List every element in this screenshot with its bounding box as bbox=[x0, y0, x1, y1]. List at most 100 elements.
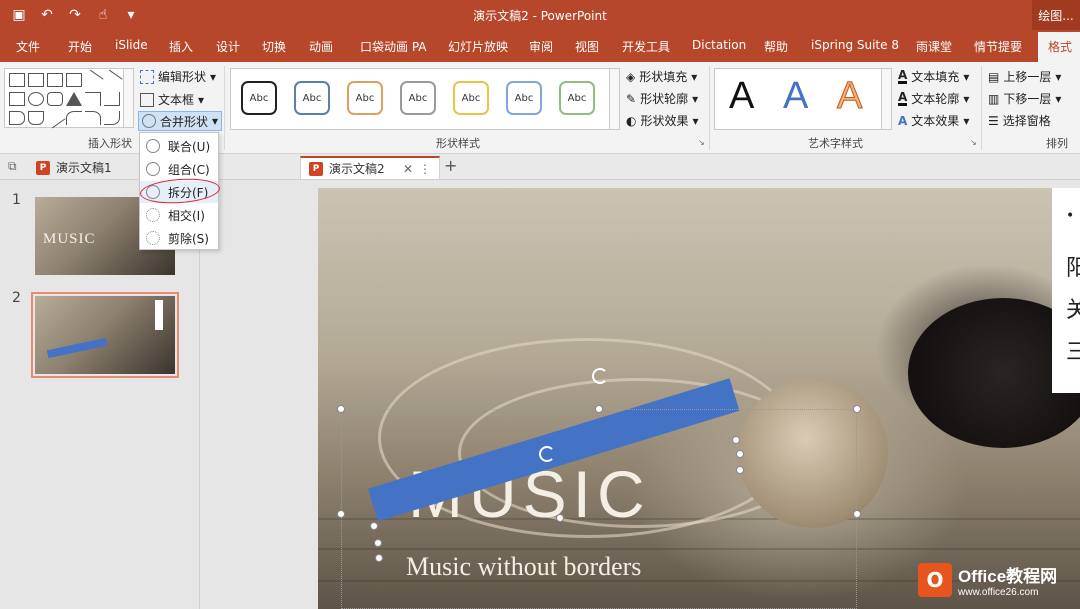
merge-shapes-button[interactable]: 合并形状 ▾ bbox=[138, 111, 223, 131]
scribble-shape-icon[interactable] bbox=[104, 111, 120, 125]
doc-tab-1[interactable]: P 演示文稿1 bbox=[28, 156, 120, 179]
resize-handle[interactable] bbox=[736, 450, 744, 458]
rotate-handle-icon[interactable] bbox=[539, 446, 555, 462]
shape-style-preset-1[interactable]: Abc bbox=[241, 81, 277, 115]
shape-style-preset-3[interactable]: Abc bbox=[347, 81, 383, 115]
new-tab-button[interactable]: + bbox=[444, 156, 457, 175]
dialog-launcher-icon[interactable]: ↘ bbox=[698, 138, 705, 147]
elbow-arrow-shape-icon[interactable] bbox=[104, 92, 120, 106]
text-outline-button[interactable]: A 文本轮廓 ▾ bbox=[898, 90, 969, 107]
watermark-url: www.office26.com bbox=[958, 587, 1039, 598]
line-shape-icon[interactable] bbox=[82, 69, 104, 91]
resize-handle[interactable] bbox=[595, 405, 603, 413]
resize-handle[interactable] bbox=[374, 539, 382, 547]
tab-ispring[interactable]: iSpring Suite 8 bbox=[811, 38, 899, 52]
oval-shape-icon[interactable] bbox=[28, 92, 44, 106]
selection-pane-label: 选择窗格 bbox=[1002, 114, 1051, 128]
shape-style-preset-6[interactable]: Abc bbox=[506, 81, 542, 115]
resize-handle[interactable] bbox=[732, 436, 740, 444]
menu-item-subtract[interactable]: 剪除(S) bbox=[140, 227, 218, 249]
tab-storyboard[interactable]: 情节提要 bbox=[974, 38, 1022, 55]
slide-thumbnail-2[interactable] bbox=[31, 292, 179, 378]
tab-rain-classroom[interactable]: 雨课堂 bbox=[916, 38, 952, 55]
menu-item-combine[interactable]: 组合(C) bbox=[140, 158, 218, 180]
shape-style-preset-2[interactable]: Abc bbox=[294, 81, 330, 115]
shape-style-preset-4[interactable]: Abc bbox=[400, 81, 436, 115]
curve-shape-icon[interactable] bbox=[66, 111, 82, 125]
resize-handle[interactable] bbox=[736, 466, 744, 474]
tab-islide[interactable]: iSlide bbox=[115, 38, 148, 52]
wordart-style-black[interactable]: A bbox=[729, 75, 754, 118]
tab-file[interactable]: 文件 bbox=[16, 38, 40, 55]
shape-style-preset-5[interactable]: Abc bbox=[453, 81, 489, 115]
menu-item-intersect[interactable]: 相交(I) bbox=[140, 204, 218, 226]
tab-view[interactable]: 视图 bbox=[575, 38, 599, 55]
chevron-down-icon: ▾ bbox=[692, 113, 699, 128]
freeform-shape-icon[interactable] bbox=[44, 107, 66, 129]
shape-fill-button[interactable]: ◈ 形状填充 ▾ bbox=[626, 68, 697, 85]
rotate-handle-icon[interactable] bbox=[592, 368, 608, 384]
chevron-down-icon: ▾ bbox=[963, 69, 970, 84]
tab-developer[interactable]: 开发工具 bbox=[622, 38, 670, 55]
pen-outline-icon: ✎ bbox=[626, 91, 637, 106]
selection-pane-button[interactable]: ☰ 选择窗格 bbox=[988, 112, 1051, 129]
resize-handle[interactable] bbox=[370, 522, 378, 530]
wordart-gallery[interactable]: A A A bbox=[714, 68, 892, 130]
text-fill-button[interactable]: A 文本填充 ▾ bbox=[898, 68, 969, 85]
triangle-shape-icon[interactable] bbox=[66, 92, 82, 106]
tab-home[interactable]: 开始 bbox=[68, 38, 92, 55]
shape-styles-scroll[interactable] bbox=[609, 69, 619, 129]
vertical-text-shape-icon[interactable] bbox=[28, 73, 44, 87]
text-box-shape-icon-2[interactable] bbox=[47, 73, 63, 87]
resize-handle[interactable] bbox=[853, 405, 861, 413]
tab-pocket-animation[interactable]: 口袋动画 PA bbox=[360, 38, 427, 55]
elbow-connector-shape-icon[interactable] bbox=[85, 92, 101, 106]
wordart-style-orange[interactable]: A bbox=[836, 75, 862, 118]
text-box-shape-icon[interactable] bbox=[9, 73, 25, 87]
send-backward-button[interactable]: ▥ 下移一层 ▾ bbox=[988, 90, 1061, 107]
shape-style-preset-7[interactable]: Abc bbox=[559, 81, 595, 115]
more-options-icon[interactable]: ⋮ bbox=[419, 162, 431, 176]
rounded-rectangle-shape-icon[interactable] bbox=[47, 92, 63, 106]
wordart-gallery-scroll[interactable] bbox=[881, 69, 891, 129]
tab-dictation[interactable]: Dictation bbox=[692, 38, 746, 52]
down-arrow-shape-icon[interactable] bbox=[28, 111, 44, 125]
slide-2[interactable]: MUSIC Music without borders • 阳 关 三 bbox=[318, 188, 1080, 609]
shape-outline-button[interactable]: ✎ 形状轮廓 ▾ bbox=[626, 90, 698, 107]
shape-effects-button[interactable]: ◐ 形状效果 ▾ bbox=[626, 112, 699, 129]
tab-format[interactable]: 格式 bbox=[1038, 32, 1080, 62]
text-box-shape-icon-3[interactable] bbox=[66, 73, 82, 87]
tab-help[interactable]: 帮助 bbox=[764, 38, 788, 55]
side-text-panel[interactable]: • 阳 关 三 bbox=[1052, 188, 1080, 393]
shapes-gallery-scroll[interactable] bbox=[123, 69, 133, 127]
tab-review[interactable]: 审阅 bbox=[529, 38, 553, 55]
resize-handle[interactable] bbox=[556, 514, 564, 522]
rectangle-shape-icon[interactable] bbox=[9, 92, 25, 106]
doc-tab-2[interactable]: P 演示文稿2 ✕ ⋮ bbox=[300, 156, 440, 179]
shape-styles-gallery[interactable]: Abc Abc Abc Abc Abc Abc Abc bbox=[230, 68, 620, 130]
wordart-style-blue[interactable]: A bbox=[783, 75, 808, 118]
tab-animations[interactable]: 动画 bbox=[309, 38, 333, 55]
menu-item-union[interactable]: 联合(U) bbox=[140, 135, 218, 157]
resize-handle[interactable] bbox=[337, 510, 345, 518]
tab-insert[interactable]: 插入 bbox=[169, 38, 193, 55]
resize-handle[interactable] bbox=[853, 510, 861, 518]
tab-slideshow[interactable]: 幻灯片放映 bbox=[448, 38, 508, 55]
arc-shape-icon[interactable] bbox=[85, 111, 101, 125]
tabs-menu-icon[interactable]: ⧉ bbox=[8, 159, 17, 174]
resize-handle[interactable] bbox=[375, 554, 383, 562]
shapes-gallery[interactable] bbox=[4, 68, 134, 129]
right-arrow-shape-icon[interactable] bbox=[9, 111, 25, 125]
dialog-launcher-icon[interactable]: ↘ bbox=[970, 138, 977, 147]
tab-transitions[interactable]: 切换 bbox=[262, 38, 286, 55]
thumb-blue-bar bbox=[46, 337, 108, 359]
bring-forward-button[interactable]: ▤ 上移一层 ▾ bbox=[988, 68, 1061, 85]
resize-handle[interactable] bbox=[337, 405, 345, 413]
close-icon[interactable]: ✕ bbox=[403, 162, 413, 176]
tab-design[interactable]: 设计 bbox=[216, 38, 240, 55]
merge-shapes-label: 合并形状 bbox=[160, 114, 209, 129]
arrow-shape-icon[interactable] bbox=[101, 69, 123, 91]
text-box-button[interactable]: 文本框 ▾ bbox=[140, 91, 204, 108]
edit-shape-button[interactable]: 编辑形状 ▾ bbox=[140, 68, 216, 85]
text-effects-button[interactable]: A 文本效果 ▾ bbox=[898, 112, 969, 129]
